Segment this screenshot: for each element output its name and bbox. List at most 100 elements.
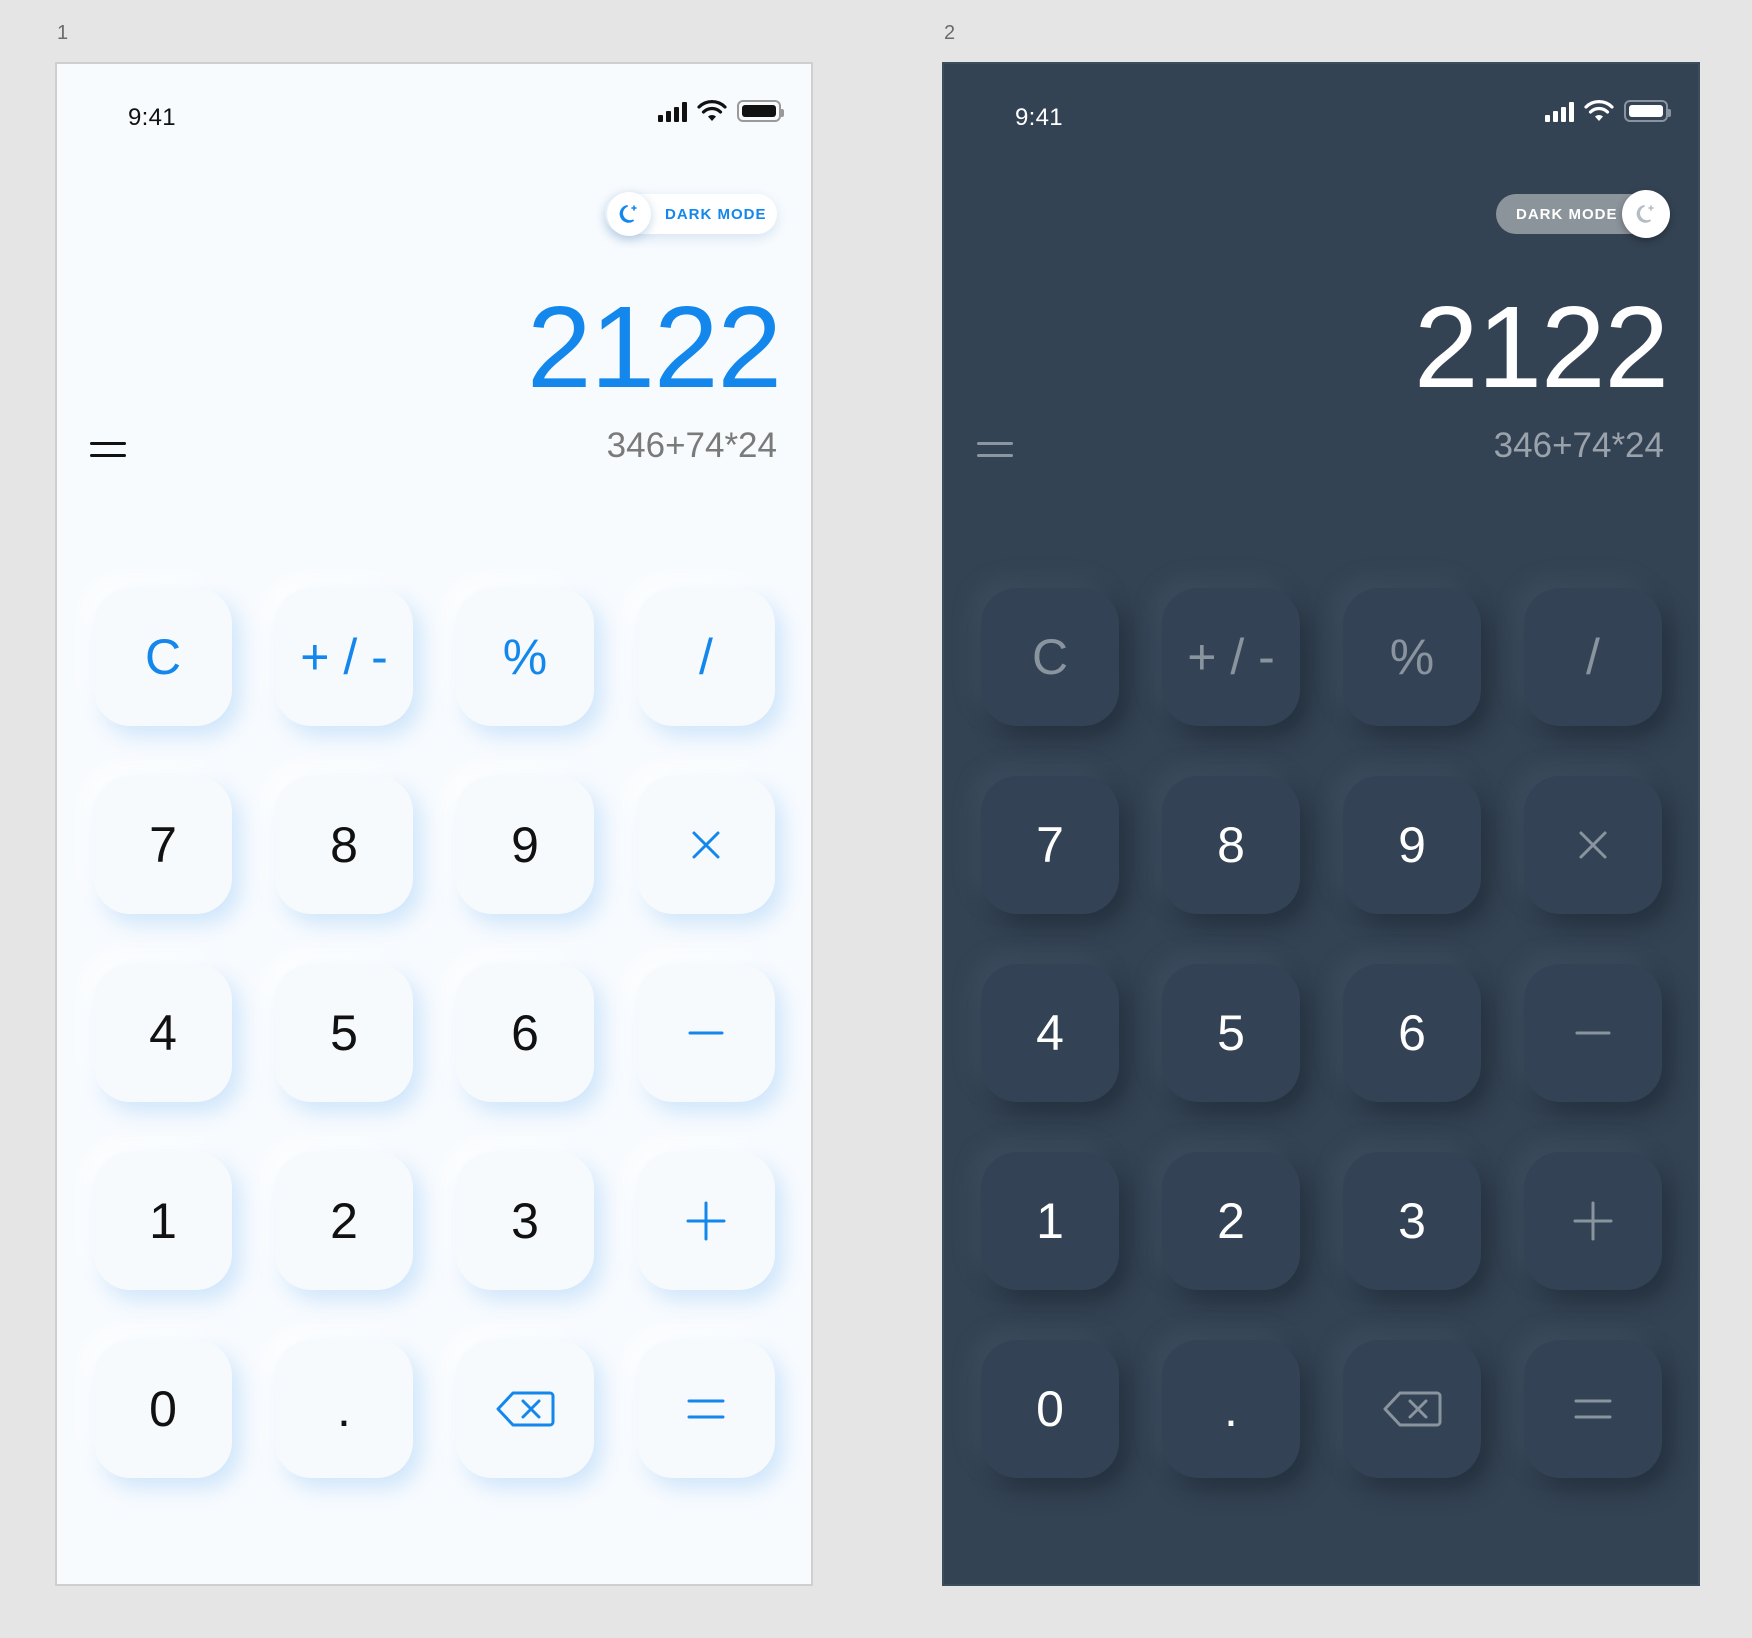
key-subtract[interactable] bbox=[1524, 964, 1662, 1102]
key-divide[interactable]: / bbox=[1524, 588, 1662, 726]
key-subtract[interactable] bbox=[637, 964, 775, 1102]
key-label: . bbox=[1224, 1381, 1238, 1437]
key-equals[interactable] bbox=[637, 1340, 775, 1478]
dark-mode-toggle[interactable]: DARK MODE bbox=[1496, 190, 1670, 238]
multiply-icon bbox=[688, 827, 724, 863]
moon-icon bbox=[607, 192, 651, 236]
key-digit-8[interactable]: 8 bbox=[1162, 776, 1300, 914]
key-label: 0 bbox=[1036, 1381, 1064, 1437]
minus-icon bbox=[687, 1029, 725, 1037]
key-label: 1 bbox=[149, 1193, 177, 1249]
key-label: 8 bbox=[330, 817, 358, 873]
key-label: . bbox=[337, 1381, 351, 1437]
equals-history-icon[interactable] bbox=[977, 436, 1013, 462]
key-decimal[interactable]: . bbox=[1162, 1340, 1300, 1478]
backspace-icon bbox=[495, 1390, 555, 1428]
key-digit-6[interactable]: 6 bbox=[456, 964, 594, 1102]
key-backspace[interactable] bbox=[1343, 1340, 1481, 1478]
expression-display: 346+74*24 bbox=[1493, 426, 1664, 465]
key-add[interactable] bbox=[637, 1152, 775, 1290]
key-digit-4[interactable]: 4 bbox=[94, 964, 232, 1102]
key-digit-7[interactable]: 7 bbox=[981, 776, 1119, 914]
key-label: C bbox=[144, 629, 182, 685]
key-digit-2[interactable]: 2 bbox=[1162, 1152, 1300, 1290]
multiply-icon bbox=[1575, 827, 1611, 863]
key-label: 4 bbox=[1036, 1005, 1064, 1061]
key-label: 7 bbox=[1036, 817, 1064, 873]
key-backspace[interactable] bbox=[456, 1340, 594, 1478]
key-digit-1[interactable]: 1 bbox=[94, 1152, 232, 1290]
key-label: + / - bbox=[1187, 629, 1275, 685]
key-label: 9 bbox=[511, 817, 539, 873]
key-plus-minus[interactable]: + / - bbox=[275, 588, 413, 726]
key-digit-5[interactable]: 5 bbox=[1162, 964, 1300, 1102]
key-label: + / - bbox=[300, 629, 388, 685]
key-percent[interactable]: % bbox=[1343, 588, 1481, 726]
key-equals[interactable] bbox=[1524, 1340, 1662, 1478]
key-percent[interactable]: % bbox=[456, 588, 594, 726]
key-label: / bbox=[1586, 629, 1600, 685]
key-label: % bbox=[502, 629, 548, 685]
key-label: 1 bbox=[1036, 1193, 1064, 1249]
cellular-signal-icon bbox=[658, 100, 687, 122]
key-label: 6 bbox=[1398, 1005, 1426, 1061]
key-digit-7[interactable]: 7 bbox=[94, 776, 232, 914]
key-label: 0 bbox=[149, 1381, 177, 1437]
cellular-signal-icon bbox=[1545, 100, 1574, 122]
key-digit-3[interactable]: 3 bbox=[1343, 1152, 1481, 1290]
calculator-screen-dark: 9:41 DARK MODE 2122 346+74*24 C + / -% / 7 8… bbox=[942, 62, 1700, 1586]
key-clear[interactable]: C bbox=[981, 588, 1119, 726]
key-digit-4[interactable]: 4 bbox=[981, 964, 1119, 1102]
moon-icon bbox=[1622, 190, 1670, 238]
keypad: C + / -% / 7 8 9 4 5 6 1 2 3 0. bbox=[981, 588, 1662, 1478]
key-digit-5[interactable]: 5 bbox=[275, 964, 413, 1102]
key-digit-9[interactable]: 9 bbox=[1343, 776, 1481, 914]
key-digit-0[interactable]: 0 bbox=[94, 1340, 232, 1478]
frame-label-1: 1 bbox=[57, 22, 69, 44]
key-label: 5 bbox=[1217, 1005, 1245, 1061]
battery-icon bbox=[1624, 100, 1671, 122]
dark-mode-label: DARK MODE bbox=[665, 205, 767, 223]
key-digit-0[interactable]: 0 bbox=[981, 1340, 1119, 1478]
status-time: 9:41 bbox=[128, 104, 176, 131]
key-label: 5 bbox=[330, 1005, 358, 1061]
status-time: 9:41 bbox=[1015, 104, 1063, 131]
dark-mode-toggle[interactable]: DARK MODE bbox=[605, 192, 777, 236]
plus-icon bbox=[1572, 1200, 1614, 1242]
result-display: 2122 bbox=[526, 282, 782, 412]
status-icons bbox=[658, 100, 784, 122]
result-display: 2122 bbox=[1413, 282, 1669, 412]
calculator-screen-light: 9:41 DARK MODE 2122 346+74*24 C + / -% / 7 8… bbox=[55, 62, 813, 1586]
expression-display: 346+74*24 bbox=[606, 426, 777, 465]
minus-icon bbox=[1574, 1029, 1612, 1037]
key-label: 9 bbox=[1398, 817, 1426, 873]
key-label: 2 bbox=[1217, 1193, 1245, 1249]
key-digit-6[interactable]: 6 bbox=[1343, 964, 1481, 1102]
key-digit-9[interactable]: 9 bbox=[456, 776, 594, 914]
key-multiply[interactable] bbox=[1524, 776, 1662, 914]
plus-icon bbox=[685, 1200, 727, 1242]
key-add[interactable] bbox=[1524, 1152, 1662, 1290]
key-clear[interactable]: C bbox=[94, 588, 232, 726]
key-label: 4 bbox=[149, 1005, 177, 1061]
key-divide[interactable]: / bbox=[637, 588, 775, 726]
key-digit-1[interactable]: 1 bbox=[981, 1152, 1119, 1290]
key-label: C bbox=[1031, 629, 1069, 685]
key-digit-3[interactable]: 3 bbox=[456, 1152, 594, 1290]
battery-icon bbox=[737, 100, 784, 122]
key-decimal[interactable]: . bbox=[275, 1340, 413, 1478]
keypad: C + / -% / 7 8 9 4 5 6 1 2 3 0. bbox=[94, 588, 775, 1478]
key-label: 3 bbox=[1398, 1193, 1426, 1249]
key-plus-minus[interactable]: + / - bbox=[1162, 588, 1300, 726]
wifi-icon bbox=[1584, 100, 1614, 121]
key-label: % bbox=[1389, 629, 1435, 685]
key-multiply[interactable] bbox=[637, 776, 775, 914]
key-digit-2[interactable]: 2 bbox=[275, 1152, 413, 1290]
frame-label-2: 2 bbox=[944, 22, 956, 44]
key-digit-8[interactable]: 8 bbox=[275, 776, 413, 914]
equals-history-icon[interactable] bbox=[90, 436, 126, 462]
status-icons bbox=[1545, 100, 1671, 122]
wifi-icon bbox=[697, 100, 727, 121]
key-label: / bbox=[699, 629, 713, 685]
key-label: 3 bbox=[511, 1193, 539, 1249]
